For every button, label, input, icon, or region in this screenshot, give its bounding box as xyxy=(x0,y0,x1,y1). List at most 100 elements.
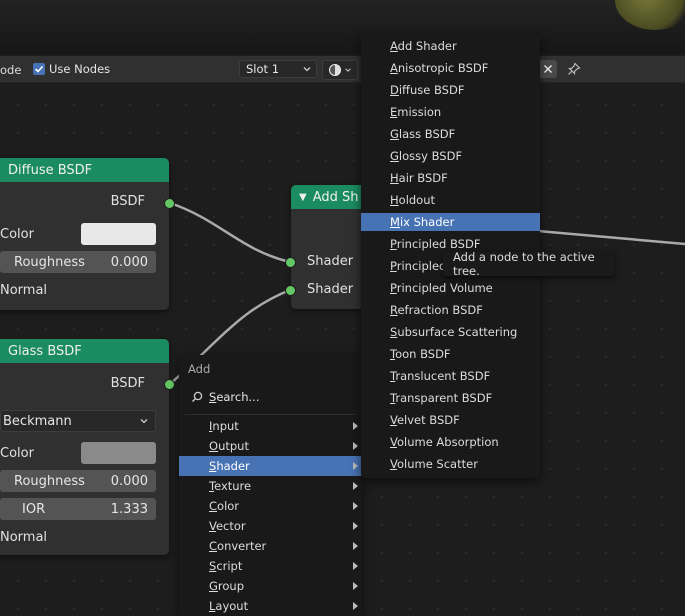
use-nodes-toggle[interactable]: Use Nodes xyxy=(33,62,110,76)
shader-input-socket-1[interactable] xyxy=(285,257,296,268)
shader-input-label-1: Shader xyxy=(307,254,354,269)
node-header[interactable]: Diffuse BSDF xyxy=(0,158,169,182)
submenu-arrow-icon xyxy=(353,482,358,490)
menu-item-label: Vector xyxy=(209,519,246,533)
glass-bsdf-node[interactable]: Glass BSDF BSDF Beckmann Color Roughness… xyxy=(0,339,175,555)
use-nodes-label: Use Nodes xyxy=(49,62,111,76)
node-header[interactable]: Glass BSDF xyxy=(0,339,169,363)
roughness-field[interactable]: Roughness 0.000 xyxy=(0,251,156,273)
menu-item-label: Texture xyxy=(209,479,252,493)
menu-item-label: Input xyxy=(209,419,239,433)
add-menu-item-group[interactable]: Group xyxy=(179,576,362,596)
menu-item-label: Diffuse BSDF xyxy=(390,83,465,97)
menu-item-label: Velvet BSDF xyxy=(390,413,460,427)
menu-item-label: Converter xyxy=(209,539,267,553)
menu-item-label: Output xyxy=(209,439,249,453)
submenu-arrow-icon xyxy=(353,562,358,570)
menu-item-label: Volume Scatter xyxy=(390,457,478,471)
chevron-down-icon xyxy=(140,419,148,424)
shader-item-velvet-bsdf[interactable]: Velvet BSDF xyxy=(361,411,540,429)
mode-label[interactable]: ode xyxy=(0,63,21,77)
collapse-arrow-icon[interactable]: ▼ xyxy=(299,192,307,203)
diffuse-bsdf-node[interactable]: Diffuse BSDF BSDF Color Roughness 0.000 … xyxy=(0,158,175,310)
add-menu-item-output[interactable]: Output xyxy=(179,436,362,456)
shader-item-toon-bsdf[interactable]: Toon BSDF xyxy=(361,345,540,363)
shader-input-socket-2[interactable] xyxy=(285,285,296,296)
shader-item-anisotropic-bsdf[interactable]: Anisotropic BSDF xyxy=(361,59,540,77)
search-icon xyxy=(192,391,203,402)
shader-item-emission[interactable]: Emission xyxy=(361,103,540,121)
menu-item-label: Emission xyxy=(390,105,442,119)
output-socket-label: BSDF xyxy=(110,376,145,391)
menu-item-label: Volume Absorption xyxy=(390,435,499,449)
node-title: Diffuse BSDF xyxy=(8,162,93,178)
material-browse-button[interactable] xyxy=(322,60,358,80)
chevron-down-icon xyxy=(345,68,351,72)
color-label: Color xyxy=(0,227,34,242)
shader-item-hair-bsdf[interactable]: Hair BSDF xyxy=(361,169,540,187)
normal-label: Normal xyxy=(0,530,48,545)
output-socket[interactable] xyxy=(164,198,175,209)
shader-input-label-2: Shader xyxy=(307,282,354,297)
distribution-select[interactable]: Beckmann xyxy=(0,410,156,432)
add-menu-item-texture[interactable]: Texture xyxy=(179,476,362,496)
shader-item-subsurface-scattering[interactable]: Subsurface Scattering xyxy=(361,323,540,341)
add-menu-item-layout[interactable]: Layout xyxy=(179,596,362,616)
roughness-value: 0.000 xyxy=(110,254,148,270)
submenu-arrow-icon xyxy=(353,602,358,610)
menu-item-label: Translucent BSDF xyxy=(390,369,491,383)
add-menu-item-color[interactable]: Color xyxy=(179,496,362,516)
slot-select[interactable]: Slot 1 xyxy=(239,60,317,78)
menu-item-label: Refraction BSDF xyxy=(390,303,483,317)
menu-item-label: Add Shader xyxy=(390,39,457,53)
shader-item-glass-bsdf[interactable]: Glass BSDF xyxy=(361,125,540,143)
menu-item-label: Glass BSDF xyxy=(390,127,456,141)
roughness-label: Roughness xyxy=(14,254,85,270)
shader-item-diffuse-bsdf[interactable]: Diffuse BSDF xyxy=(361,81,540,99)
shader-item-glossy-bsdf[interactable]: Glossy BSDF xyxy=(361,147,540,165)
submenu-arrow-icon xyxy=(353,522,358,530)
menu-item-label: Holdout xyxy=(390,193,436,207)
shader-item-transparent-bsdf[interactable]: Transparent BSDF xyxy=(361,389,540,407)
add-menu-item-input[interactable]: Input xyxy=(179,416,362,436)
menu-item-label: Layout xyxy=(209,599,249,613)
shader-item-volume-scatter[interactable]: Volume Scatter xyxy=(361,455,540,473)
shader-item-volume-absorption[interactable]: Volume Absorption xyxy=(361,433,540,451)
search-row[interactable]: Search... xyxy=(179,387,362,407)
pin-button[interactable] xyxy=(565,60,583,78)
shader-item-refraction-bsdf[interactable]: Refraction BSDF xyxy=(361,301,540,319)
tooltip-text: Add a node to the active tree. xyxy=(453,250,595,278)
add-menu-item-converter[interactable]: Converter xyxy=(179,536,362,556)
ior-field[interactable]: IOR 1.333 xyxy=(0,498,156,520)
add-menu-item-vector[interactable]: Vector xyxy=(179,516,362,536)
menu-item-label: Principled xyxy=(390,259,447,273)
chevron-down-icon xyxy=(303,67,311,72)
color-swatch[interactable] xyxy=(81,442,156,464)
submenu-arrow-icon xyxy=(353,502,358,510)
add-menu-item-shader[interactable]: Shader xyxy=(179,456,362,476)
shader-item-translucent-bsdf[interactable]: Translucent BSDF xyxy=(361,367,540,385)
distribution-value: Beckmann xyxy=(3,413,72,429)
output-socket[interactable] xyxy=(164,379,175,390)
menu-title: Add xyxy=(188,362,211,376)
add-shader-node[interactable]: ▼ Add Sh Shader Shader xyxy=(285,185,371,309)
tooltip: Add a node to the active tree. xyxy=(443,250,615,278)
submenu-arrow-icon xyxy=(353,462,358,470)
menu-item-label: Subsurface Scattering xyxy=(390,325,518,339)
menu-item-label: Principled BSDF xyxy=(390,237,481,251)
add-menu-item-script[interactable]: Script xyxy=(179,556,362,576)
shader-item-add-shader[interactable]: Add Shader xyxy=(361,37,540,55)
checkbox-checked-icon[interactable] xyxy=(33,63,45,75)
menu-item-label: Transparent BSDF xyxy=(390,391,493,405)
shader-item-principled-volume[interactable]: Principled Volume xyxy=(361,279,540,297)
add-menu: Add Search... Input Output Shader Texture Co… xyxy=(179,355,362,616)
shader-item-holdout[interactable]: Holdout xyxy=(361,191,540,209)
roughness-field[interactable]: Roughness 0.000 xyxy=(0,470,156,492)
unlink-material-button[interactable] xyxy=(539,60,557,78)
shader-item-mix-shader[interactable]: Mix Shader xyxy=(361,213,540,231)
ior-label: IOR xyxy=(22,501,46,517)
menu-item-label: Principled Volume xyxy=(390,281,493,295)
color-swatch[interactable] xyxy=(81,223,156,245)
menu-item-label: Mix Shader xyxy=(390,215,455,229)
node-header[interactable]: ▼ Add Sh xyxy=(291,185,371,209)
